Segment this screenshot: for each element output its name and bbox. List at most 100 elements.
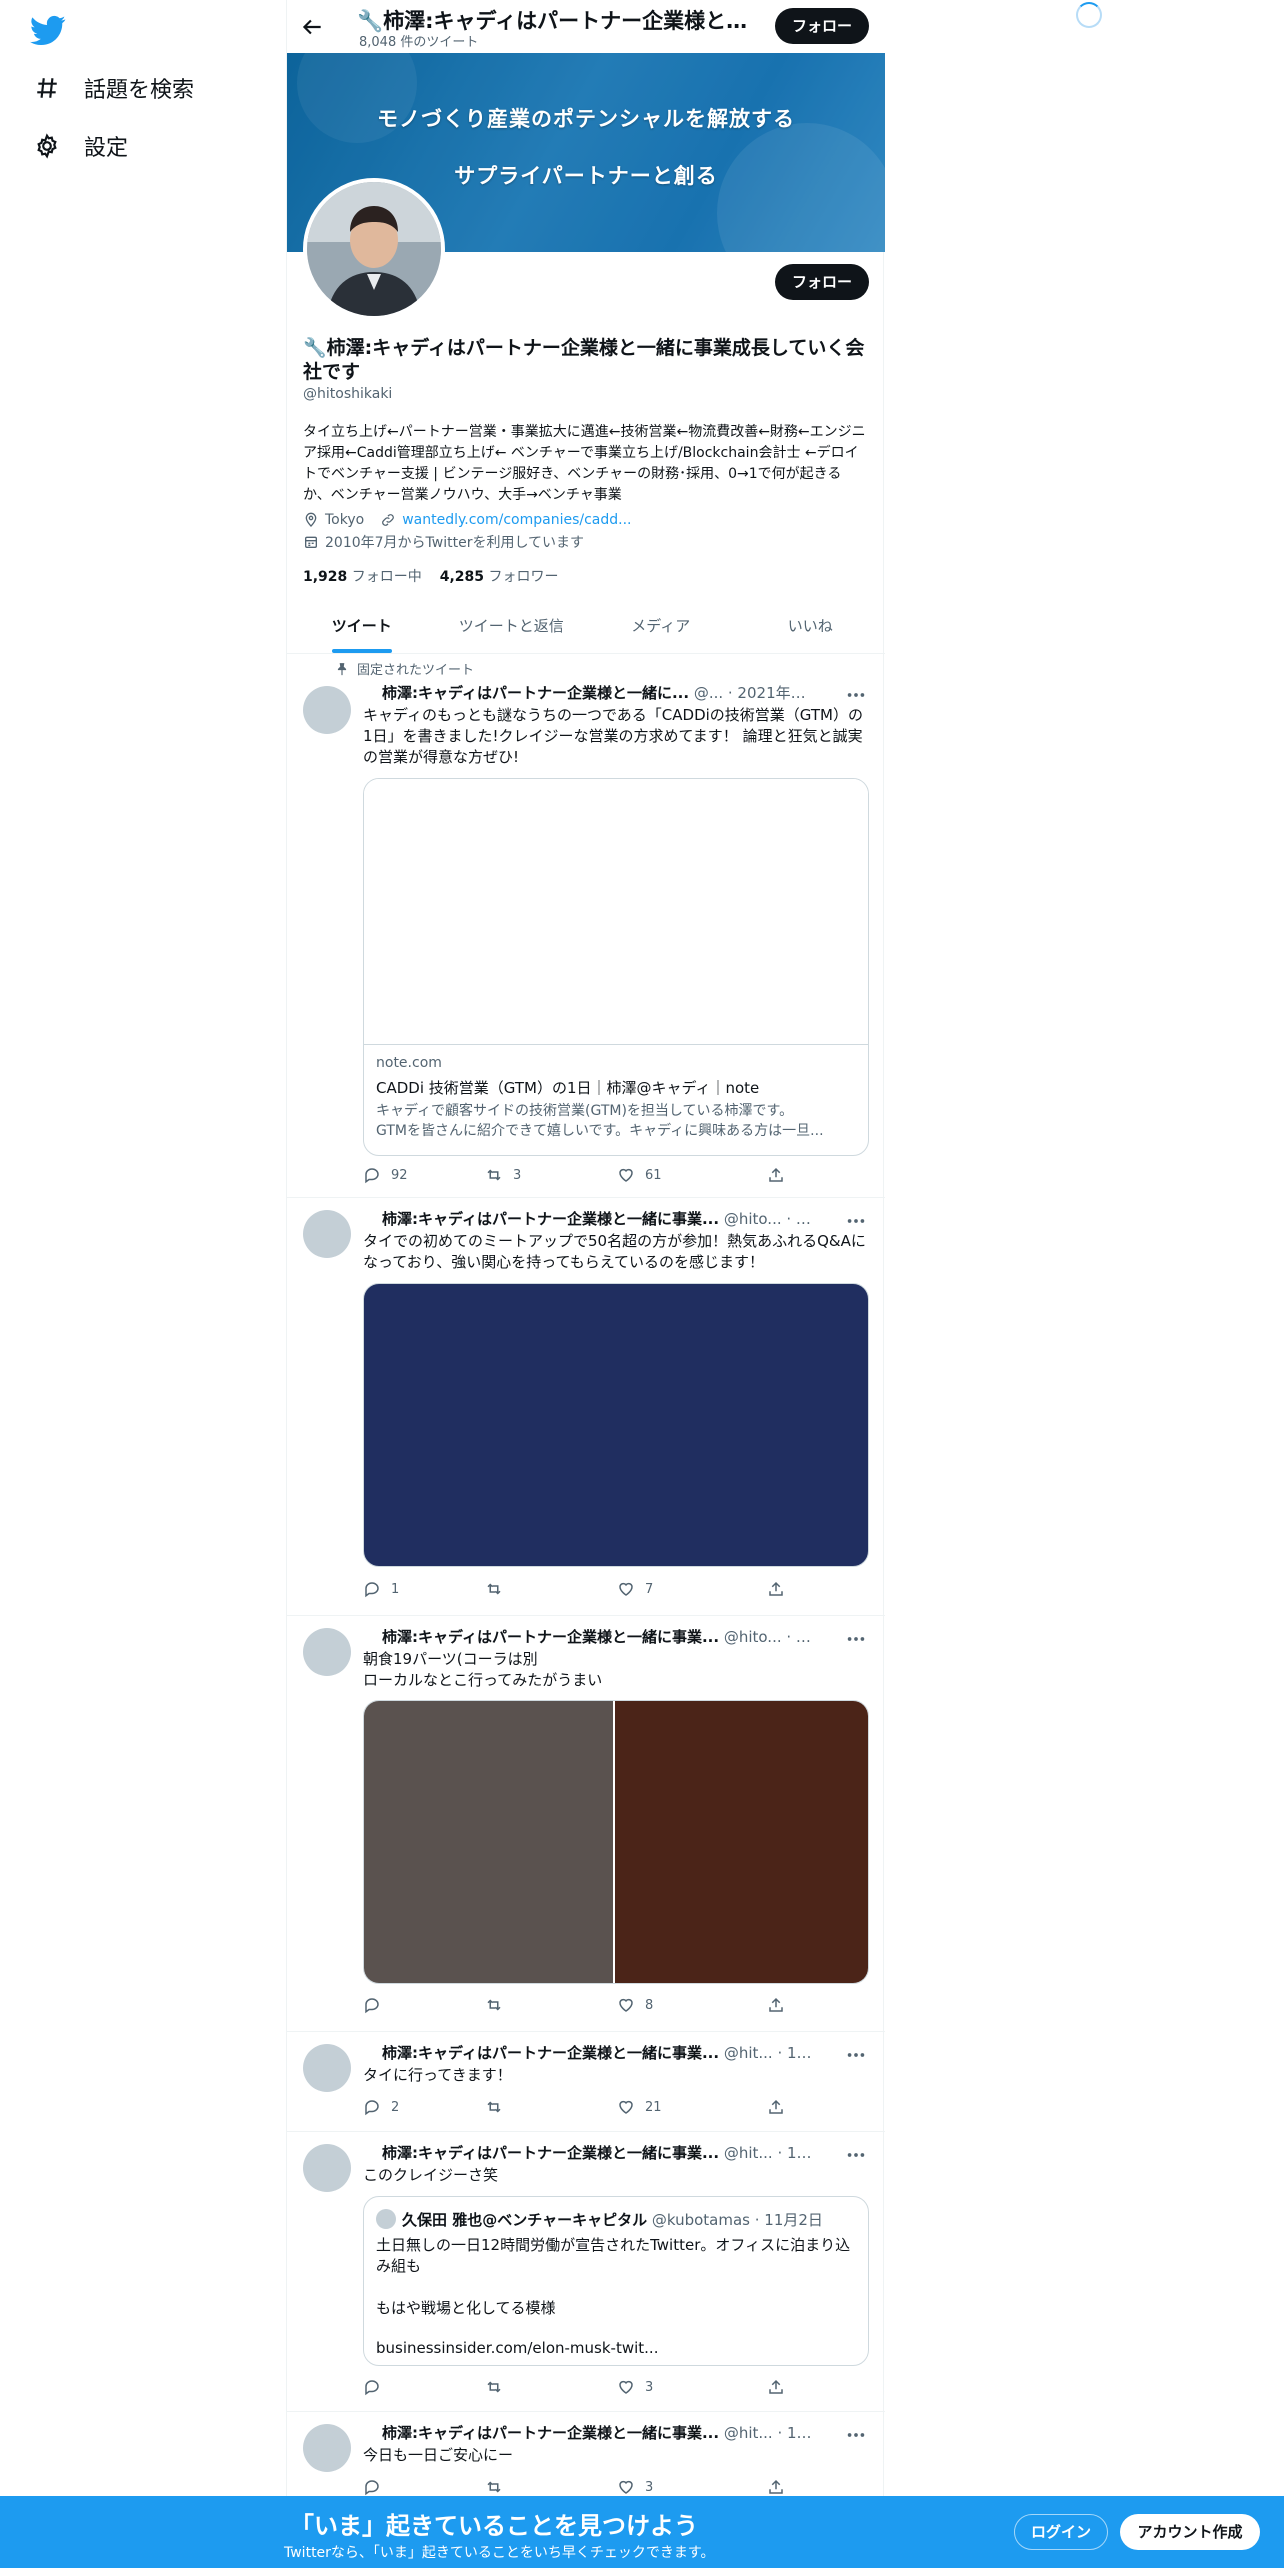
tweet-header: 柿澤:キャディはパートナー企業様と一緒に事業... @hito... · 1時間 [382,1208,812,1229]
back-arrow-icon[interactable] [299,14,325,40]
tweet-author[interactable]: 柿澤:キャディはパートナー企業様と一緒に事業... [382,2044,719,2062]
more-options-icon[interactable] [845,1628,867,1650]
tweet-header: 柿澤:キャディはパートナー企業様と一緒に事業... @hit... · 11月3… [382,2142,812,2163]
tweet-item[interactable]: 柿澤:キャディはパートナー企業様と一緒に事業... @hito... · 6時間… [287,1616,885,2032]
like-button[interactable]: 7 [617,1580,653,1598]
tab-tweets[interactable]: ツイート [287,598,437,653]
following-link[interactable]: 1,928 フォロー中 [303,566,422,586]
tab-media[interactable]: メディア [586,598,736,653]
like-button[interactable]: 61 [617,1166,662,1184]
tweet-avatar[interactable] [303,686,351,734]
tweet-author[interactable]: 柿澤:キャディはパートナー企業様と一緒に事業... [382,1210,719,1228]
follow-button[interactable]: フォロー [775,264,869,300]
share-button[interactable] [767,2098,785,2116]
login-button[interactable]: ログイン [1014,2514,1108,2550]
profile-meta-location-website: Tokyo wantedly.com/companies/cadd... [303,512,632,528]
more-options-icon[interactable] [845,2424,867,2446]
tweet-actions: 3 [363,2478,803,2498]
profile-avatar[interactable] [303,178,445,320]
profile-joined: 2010年7月からTwitterを利用しています [325,535,585,551]
tweet-item[interactable]: 柿澤:キャディはパートナー企業様と一緒に事業... @hit... · 11月3… [287,2132,885,2412]
more-options-icon[interactable] [845,2044,867,2066]
tweet-author[interactable]: 柿澤:キャディはパートナー企業様と一緒に事業... [382,2424,719,2442]
reply-icon [365,2380,379,2396]
like-count: 61 [645,1167,662,1183]
tweet-avatar[interactable] [303,1628,351,1676]
profile-header-bar: 🔧柿澤:キャディはパートナー企業様と一緒に事業成長していく会社です 8,048 … [287,0,885,53]
reply-button[interactable]: 1 [363,1580,399,1598]
tweet-actions: 3 [363,2378,803,2398]
quote-tweet[interactable]: 久保田 雅也@ベンチャーキャピタル @kubotamas · 11月2日 土日無… [363,2196,869,2366]
retweet-button[interactable] [485,2378,513,2396]
tweet-item[interactable]: 柿澤:キャディはパートナー企業様と一緒に事業... @hito... · 1時間… [287,1198,885,1616]
tweet-meta: @hito... · 6時間 [723,1628,812,1646]
like-button[interactable]: 3 [617,2478,653,2496]
like-button[interactable]: 3 [617,2378,653,2396]
tweet-text-line1: 朝食19パーツ(コーラは別 [363,1650,538,1668]
tweet-item[interactable]: 柿澤:キャディはパートナー企業様と一緒に事業... @hit... · 11月3… [287,2032,885,2132]
share-button[interactable] [767,1166,785,1184]
tweet-avatar[interactable] [303,2044,351,2092]
retweet-icon [487,2381,501,2393]
tweet-author[interactable]: 柿澤:キャディはパートナー企業様と一緒に事業... [382,2144,719,2162]
tweet-media-image-2[interactable] [615,1701,868,1983]
like-count: 3 [645,2379,654,2395]
nav-settings[interactable]: 設定 [34,130,128,162]
more-options-icon[interactable] [845,1210,867,1232]
retweet-button[interactable] [485,1580,513,1598]
signup-button[interactable]: アカウント作成 [1120,2514,1260,2550]
retweet-button[interactable] [485,2098,513,2116]
quote-link[interactable]: businessinsider.com/elon-musk-twit... [376,2338,858,2359]
tweet-avatar[interactable] [303,1210,351,1258]
more-options-icon[interactable] [845,2144,867,2166]
profile-website-link[interactable]: wantedly.com/companies/cadd... [402,512,631,528]
tweet-author[interactable]: 柿澤:キャディはパートナー企業様と一緒に... [382,684,689,702]
share-button[interactable] [767,2478,785,2496]
reply-button[interactable] [363,1996,391,2014]
share-button[interactable] [767,1996,785,2014]
link-card[interactable]: note.com CADDi 技術営業（GTM）の1日｜柿澤@キャディ｜note… [363,778,869,1156]
nav-explore[interactable]: 話題を検索 [34,72,194,104]
reply-button[interactable]: 92 [363,1166,408,1184]
tweet-header: 柿澤:キャディはパートナー企業様と一緒に事業... @hito... · 6時間 [382,1626,812,1647]
retweet-icon [487,1583,501,1595]
tweet-avatar[interactable] [303,2144,351,2192]
link-card-desc2: GTMを皆さんに紹介できて嬉しいです。キャディに興味ある方は一旦... [376,1123,824,1139]
share-icon [769,1997,783,2012]
more-options-icon[interactable] [845,684,867,706]
followers-link[interactable]: 4,285 フォロワー [440,566,559,586]
profile-bio: タイ立ち上げ←パートナー営業・事業拡大に邁進←技術営業←物流費改善←財務←エンジ… [303,424,866,503]
signup-prompt-title: 「いま」起きていることを見つけよう [290,2512,698,2540]
tab-tweets-and-replies[interactable]: ツイートと返信 [437,598,587,653]
profile-handle: @hitoshikaki [303,386,393,402]
retweet-button[interactable] [485,2478,513,2496]
left-nav: 話題を検索 設定 [0,0,286,2568]
retweet-button[interactable]: 3 [485,1166,521,1184]
nav-explore-label: 話題を検索 [84,78,195,103]
twitter-bird-icon[interactable] [30,12,66,48]
tweet-item[interactable]: 柿澤:キャディはパートナー企業様と一緒に... @... · 2021年1月27… [287,654,885,1198]
reply-button[interactable]: 2 [363,2098,399,2116]
reply-count: 92 [391,1167,408,1183]
reply-button[interactable] [363,2378,391,2396]
tab-likes[interactable]: いいね [736,598,886,653]
link-icon [382,514,395,526]
header-follow-button[interactable]: フォロー [775,8,869,44]
like-button[interactable]: 21 [617,2098,662,2116]
profile-name: 🔧柿澤:キャディはパートナー企業様と一緒に事業成長していく会社です [303,337,865,383]
link-card-image [364,779,868,1045]
tweet-actions: 8 [363,1996,803,2016]
reply-button[interactable] [363,2478,391,2496]
share-button[interactable] [767,1580,785,1598]
reply-icon [365,1582,379,1598]
quote-text-line2: もはや戦場と化してる模様 [376,2299,556,2317]
retweet-button[interactable] [485,1996,513,2014]
like-button[interactable]: 8 [617,1996,653,2014]
tweet-media-image[interactable] [363,1283,869,1567]
tweet-media-image-1[interactable] [364,1701,616,1983]
share-button[interactable] [767,2378,785,2396]
retweet-icon [487,1169,501,1181]
tweet-avatar[interactable] [303,2424,351,2472]
tweet-author[interactable]: 柿澤:キャディはパートナー企業様と一緒に事業... [382,1628,719,1646]
retweet-count: 3 [513,1167,522,1183]
